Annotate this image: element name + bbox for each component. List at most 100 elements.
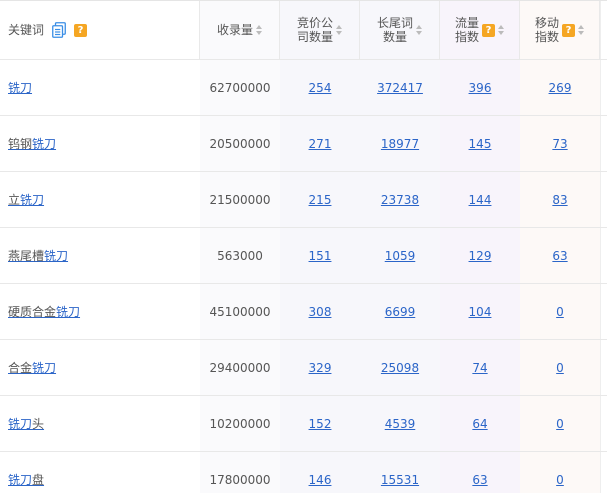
keyword-link[interactable]: 铣刀盘: [8, 471, 44, 488]
flow-index-link[interactable]: 104: [469, 305, 492, 319]
long-tail-count-cell: 23738: [360, 172, 440, 227]
volume-cell: 10200000: [200, 396, 280, 451]
keyword-cell[interactable]: 立铣刀: [0, 172, 200, 227]
long-tail-count-link[interactable]: 1059: [385, 249, 416, 263]
flow-index-link[interactable]: 74: [472, 361, 487, 375]
volume-value: 20500000: [209, 136, 271, 151]
volume-cell: 21500000: [200, 172, 280, 227]
table-row: 钨钢铣刀 20500000 271 18977 145 73: [0, 116, 607, 172]
header-spacer: [600, 1, 607, 59]
mobile-index-link[interactable]: 0: [556, 361, 564, 375]
long-tail-count-link[interactable]: 18977: [381, 137, 419, 151]
keyword-cell[interactable]: 铣刀: [0, 60, 200, 115]
keyword-cell[interactable]: 合金铣刀: [0, 340, 200, 395]
copy-icon[interactable]: [52, 22, 66, 38]
header-long-tail[interactable]: 长尾词 数量: [360, 1, 440, 59]
keyword-link[interactable]: 铣刀头: [8, 415, 44, 432]
volume-cell: 563000: [200, 228, 280, 283]
flow-index-link[interactable]: 396: [469, 81, 492, 95]
table-row: 硬质合金铣刀 45100000 308 6699 104 0: [0, 284, 607, 340]
mobile-index-link[interactable]: 0: [556, 417, 564, 431]
volume-cell: 45100000: [200, 284, 280, 339]
flow-index-link[interactable]: 144: [469, 193, 492, 207]
header-flow-index[interactable]: 流量 指数 ?: [440, 1, 520, 59]
bid-companies-link[interactable]: 308: [309, 305, 332, 319]
mobile-index-cell: 0: [520, 284, 600, 339]
keyword-link[interactable]: 立铣刀: [8, 191, 44, 208]
volume-value: 563000: [217, 248, 263, 263]
flow-index-link[interactable]: 145: [469, 137, 492, 151]
header-long-line1: 长尾词: [376, 16, 413, 30]
table-row: 燕尾槽铣刀 563000 151 1059 129 63: [0, 228, 607, 284]
header-mobile-label: 移动 指数: [535, 16, 559, 44]
bid-companies-cell: 254: [280, 60, 360, 115]
keyword-highlight: 铣刀: [8, 81, 33, 95]
mobile-index-cell: 0: [520, 452, 600, 493]
sort-icon[interactable]: [578, 25, 584, 35]
bid-companies-cell: 329: [280, 340, 360, 395]
header-mobile-index[interactable]: 移动 指数 ?: [520, 1, 600, 59]
mobile-index-link[interactable]: 269: [549, 81, 572, 95]
bid-companies-link[interactable]: 151: [309, 249, 332, 263]
mobile-index-cell: 269: [520, 60, 600, 115]
long-tail-count-cell: 6699: [360, 284, 440, 339]
sort-icon[interactable]: [256, 25, 262, 35]
keyword-prefix: 合金: [8, 361, 33, 375]
keyword-highlight: 铣刀: [56, 305, 81, 319]
long-tail-count-cell: 25098: [360, 340, 440, 395]
bid-companies-link[interactable]: 152: [309, 417, 332, 431]
bid-companies-cell: 151: [280, 228, 360, 283]
sort-icon[interactable]: [416, 25, 422, 35]
mobile-index-link[interactable]: 0: [556, 473, 564, 487]
mobile-index-link[interactable]: 73: [552, 137, 567, 151]
sort-icon[interactable]: [336, 25, 342, 35]
flow-index-link[interactable]: 129: [469, 249, 492, 263]
keyword-cell[interactable]: 铣刀头: [0, 396, 200, 451]
keyword-cell[interactable]: 铣刀盘: [0, 452, 200, 493]
flow-index-cell: 64: [440, 396, 520, 451]
header-bid-companies[interactable]: 竞价公 司数量: [280, 1, 360, 59]
keyword-link[interactable]: 燕尾槽铣刀: [8, 247, 68, 264]
keyword-link[interactable]: 硬质合金铣刀: [8, 303, 80, 320]
keyword-link[interactable]: 铣刀: [8, 79, 32, 96]
keyword-highlight: 铣刀: [20, 193, 45, 207]
mobile-index-link[interactable]: 63: [552, 249, 567, 263]
header-bid-line1: 竞价公: [296, 16, 333, 30]
sort-icon[interactable]: [498, 25, 504, 35]
table-row: 立铣刀 21500000 215 23738 144 83: [0, 172, 607, 228]
bid-companies-link[interactable]: 329: [309, 361, 332, 375]
volume-value: 62700000: [209, 80, 271, 95]
bid-companies-link[interactable]: 146: [309, 473, 332, 487]
table-row: 铣刀盘 17800000 146 15531 63 0: [0, 452, 607, 493]
keyword-cell[interactable]: 燕尾槽铣刀: [0, 228, 200, 283]
bid-companies-link[interactable]: 271: [309, 137, 332, 151]
flow-index-cell: 129: [440, 228, 520, 283]
long-tail-count-link[interactable]: 6699: [385, 305, 416, 319]
keyword-highlight: 铣刀: [32, 361, 57, 375]
bid-companies-link[interactable]: 215: [309, 193, 332, 207]
keyword-highlight: 铣刀: [8, 417, 33, 431]
keyword-suffix: 盘: [32, 473, 45, 487]
long-tail-count-link[interactable]: 4539: [385, 417, 416, 431]
header-volume[interactable]: 收录量: [200, 1, 280, 59]
bid-companies-cell: 308: [280, 284, 360, 339]
keyword-link[interactable]: 合金铣刀: [8, 359, 56, 376]
help-icon[interactable]: ?: [74, 23, 88, 37]
bid-companies-link[interactable]: 254: [309, 81, 332, 95]
long-tail-count-link[interactable]: 372417: [377, 81, 423, 95]
header-long-line2: 数量: [382, 30, 407, 44]
mobile-index-link[interactable]: 83: [552, 193, 567, 207]
keyword-cell[interactable]: 钨钢铣刀: [0, 116, 200, 171]
long-tail-count-link[interactable]: 25098: [381, 361, 419, 375]
help-icon[interactable]: ?: [482, 23, 495, 37]
keyword-cell[interactable]: 硬质合金铣刀: [0, 284, 200, 339]
long-tail-count-link[interactable]: 15531: [381, 473, 419, 487]
help-icon[interactable]: ?: [562, 23, 575, 37]
flow-index-link[interactable]: 63: [472, 473, 487, 487]
keyword-link[interactable]: 钨钢铣刀: [8, 135, 56, 152]
header-flow-line1: 流量: [454, 16, 479, 30]
flow-index-link[interactable]: 64: [472, 417, 487, 431]
mobile-index-link[interactable]: 0: [556, 305, 564, 319]
mobile-index-cell: 73: [520, 116, 600, 171]
long-tail-count-link[interactable]: 23738: [381, 193, 419, 207]
